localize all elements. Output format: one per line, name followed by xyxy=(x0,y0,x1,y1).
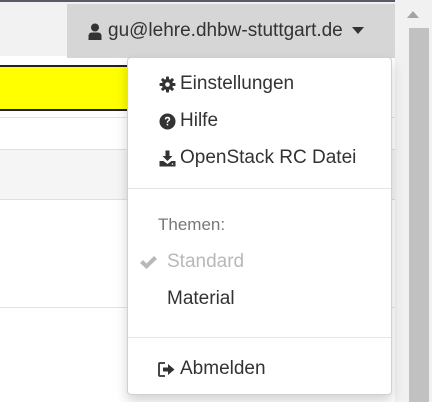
theme-item-standard: Standard xyxy=(128,247,391,277)
user-icon xyxy=(88,23,102,40)
menu-divider xyxy=(128,337,391,338)
user-menu-toggle[interactable]: gu@lehre.dhbw-stuttgart.de xyxy=(67,4,395,58)
theme-label: Material xyxy=(167,288,235,309)
menu-item-help[interactable]: Hilfe xyxy=(128,106,391,136)
scrollbar-thumb[interactable] xyxy=(409,28,429,402)
menu-item-label: OpenStack RC Datei xyxy=(180,147,357,168)
menu-item-label: Hilfe xyxy=(180,110,219,131)
theme-item-material[interactable]: Material xyxy=(128,284,391,314)
menu-item-label: Abmelden xyxy=(180,358,266,379)
yellow-banner xyxy=(0,65,136,111)
check-icon xyxy=(138,253,158,271)
download-icon xyxy=(158,149,176,167)
sign-out-icon xyxy=(158,360,176,378)
scroll-up-arrow-icon[interactable] xyxy=(405,10,421,22)
user-email: gu@lehre.dhbw-stuttgart.de xyxy=(108,20,343,41)
menu-item-settings[interactable]: Einstellungen xyxy=(128,69,391,99)
question-circle-icon xyxy=(158,112,176,130)
vertical-scrollbar[interactable] xyxy=(395,0,432,402)
menu-divider xyxy=(128,188,391,189)
themes-header: Themen: xyxy=(158,215,226,234)
menu-item-logout[interactable]: Abmelden xyxy=(128,354,391,384)
theme-label: Standard xyxy=(167,251,245,272)
caret-down-icon xyxy=(351,27,364,35)
menu-item-label: Einstellungen xyxy=(180,73,295,94)
page: gu@lehre.dhbw-stuttgart.de Einstellungen… xyxy=(0,0,432,402)
top-navbar: gu@lehre.dhbw-stuttgart.de xyxy=(0,0,395,58)
user-dropdown-menu: Einstellungen Hilfe OpenStack RC Datei T… xyxy=(127,57,392,395)
gear-icon xyxy=(158,75,176,93)
menu-item-openstack-rc[interactable]: OpenStack RC Datei xyxy=(128,143,391,173)
